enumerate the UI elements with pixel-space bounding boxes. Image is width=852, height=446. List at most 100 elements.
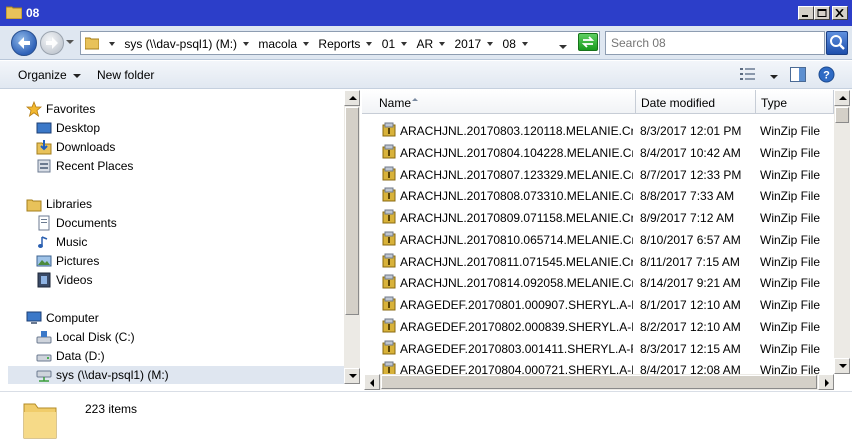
file-date-modified: 8/3/2017 12:01 PM: [640, 124, 742, 138]
breadcrumb-separator[interactable]: [521, 41, 528, 46]
title-bar[interactable]: 08: [0, 0, 852, 26]
file-date-modified: 8/4/2017 10:42 AM: [640, 145, 741, 160]
breadcrumb-separator[interactable]: [401, 41, 408, 46]
breadcrumb-reports[interactable]: Reports: [318, 37, 360, 51]
nav-documents[interactable]: Documents: [36, 214, 286, 232]
nav-data-d-label: Data (D:): [56, 349, 105, 363]
refresh-button[interactable]: [578, 33, 598, 51]
breadcrumb-sys-drive[interactable]: sys (\\dav-psql1) (M:): [124, 37, 237, 51]
nav-libraries[interactable]: Libraries: [26, 195, 276, 213]
refresh-icon: [581, 36, 595, 48]
maximize-button[interactable]: [814, 6, 830, 20]
file-row[interactable]: ARACHJNL.20170808.073310.MELANIE.Cre... 8…: [362, 185, 834, 206]
file-date-modified: 8/11/2017 7:15 AM: [640, 254, 740, 269]
file-name: ARAGEDEF.20170801.000907.SHERYL.A-R_...: [400, 298, 633, 312]
scroll-down-button[interactable]: [344, 368, 360, 384]
nav-network-drive-m[interactable]: sys (\\dav-psql1) (M:): [8, 366, 344, 384]
file-row[interactable]: ARACHJNL.20170804.104228.MELANIE.Cre... 8…: [362, 142, 834, 163]
nav-network-drive-m-label: sys (\\dav-psql1) (M:): [56, 368, 169, 382]
horizontal-scroll-thumb[interactable]: [381, 375, 817, 389]
file-row[interactable]: ARAGEDEF.20170803.001411.SHERYL.A-R_... 8…: [362, 338, 834, 359]
navigation-pane: Favorites Desktop Downloads Recent Place…: [8, 90, 344, 384]
file-row[interactable]: ARACHJNL.20170803.120118.MELANIE.Cre... 8…: [362, 120, 834, 141]
address-history-dropdown[interactable]: [559, 45, 567, 49]
recent-pages-dropdown[interactable]: [66, 40, 74, 44]
file-row[interactable]: ARAGEDEF.20170802.000839.SHERYL.A-R_... 8…: [362, 316, 834, 337]
scroll-up-button[interactable]: [834, 90, 850, 106]
view-options-dropdown[interactable]: [764, 69, 778, 83]
forward-button[interactable]: [40, 31, 64, 55]
nav-data-d[interactable]: Data (D:): [36, 347, 286, 365]
help-button[interactable]: ?: [818, 66, 835, 86]
file-type: WinZip File: [760, 211, 821, 225]
scroll-up-button[interactable]: [344, 90, 360, 106]
change-view-button[interactable]: [740, 67, 756, 84]
breadcrumb-separator[interactable]: [366, 41, 373, 46]
file-name: ARACHJNL.20170803.120118.MELANIE.Cre...: [400, 124, 633, 138]
nav-local-disk-c-label: Local Disk (C:): [56, 330, 135, 344]
nav-music[interactable]: Music: [36, 233, 286, 251]
scroll-down-button[interactable]: [834, 358, 850, 374]
libraries-icon: [26, 199, 42, 212]
search-input[interactable]: [611, 33, 811, 53]
breadcrumb-macola[interactable]: macola: [258, 37, 297, 51]
arrow-up-icon: [839, 96, 847, 100]
file-row[interactable]: ARACHJNL.20170807.123329.MELANIE.Cre... 8…: [362, 164, 834, 185]
search-button[interactable]: [826, 31, 848, 55]
scroll-right-button[interactable]: [818, 374, 834, 390]
folder-icon: [23, 403, 57, 439]
nav-recent-places[interactable]: Recent Places: [36, 157, 286, 175]
breadcrumb-08[interactable]: 08: [503, 37, 516, 51]
column-header-type[interactable]: Type: [756, 90, 834, 114]
nav-music-label: Music: [56, 235, 88, 249]
nav-pictures[interactable]: Pictures: [36, 252, 286, 270]
nav-desktop[interactable]: Desktop: [36, 119, 286, 137]
breadcrumb-separator[interactable]: [439, 41, 446, 46]
search-box[interactable]: [605, 31, 825, 55]
file-row[interactable]: ARACHJNL.20170811.071545.MELANIE.Cre... 8…: [362, 251, 834, 272]
nav-local-disk-c[interactable]: Local Disk (C:): [36, 328, 286, 346]
breadcrumb-separator[interactable]: [303, 41, 310, 46]
back-button[interactable]: [11, 30, 37, 56]
breadcrumb-separator[interactable]: [487, 41, 494, 46]
breadcrumb-ar[interactable]: AR: [416, 37, 433, 51]
minimize-button[interactable]: [798, 6, 814, 20]
folder-icon: [6, 6, 22, 19]
scroll-left-button[interactable]: [364, 374, 380, 390]
breadcrumb-separator[interactable]: [243, 41, 250, 46]
nav-videos[interactable]: Videos: [36, 271, 286, 289]
file-name: ARACHJNL.20170804.104228.MELANIE.Cre...: [400, 145, 633, 160]
file-name: ARACHJNL.20170814.092058.MELANIE.Cre...: [400, 276, 633, 291]
file-row[interactable]: ARAGEDEF.20170804.000721.SHERYL.A-R_... 8…: [362, 359, 834, 374]
organize-menu[interactable]: Organize: [18, 68, 81, 82]
winzip-file-icon: [382, 122, 396, 137]
file-list-scrollbar[interactable]: [834, 90, 850, 374]
nav-pictures-label: Pictures: [56, 254, 100, 268]
file-list-horizontal-scrollbar[interactable]: [364, 374, 834, 390]
scroll-thumb[interactable]: [835, 107, 849, 123]
nav-computer[interactable]: Computer: [26, 309, 276, 327]
navigation-pane-scrollbar[interactable]: [344, 90, 360, 384]
column-header-name[interactable]: Name: [362, 90, 636, 114]
file-name: ARACHJNL.20170809.071158.MELANIE.Cre...: [400, 211, 633, 225]
file-date-modified: 8/7/2017 12:33 PM: [640, 167, 742, 182]
arrow-down-icon: [839, 364, 847, 368]
preview-pane-button[interactable]: [790, 67, 806, 85]
file-row[interactable]: ARACHJNL.20170809.071158.MELANIE.Cre... 8…: [362, 207, 834, 228]
breadcrumb-01[interactable]: 01: [382, 37, 395, 51]
file-row[interactable]: ARACHJNL.20170810.065714.MELANIE.Cre... 8…: [362, 229, 834, 250]
address-bar[interactable]: sys (\\dav-psql1) (M:) macola Reports 01…: [80, 31, 600, 55]
sort-ascending-icon: [412, 98, 418, 101]
breadcrumb-2017[interactable]: 2017: [455, 37, 482, 51]
nav-favorites[interactable]: Favorites: [26, 100, 276, 118]
nav-videos-label: Videos: [56, 273, 93, 287]
breadcrumb-separator[interactable]: [109, 41, 115, 46]
file-row[interactable]: ARAGEDEF.20170801.000907.SHERYL.A-R_... 8…: [362, 294, 834, 315]
new-folder-button[interactable]: New folder: [97, 68, 154, 82]
close-button[interactable]: [832, 6, 848, 20]
scroll-thumb[interactable]: [345, 107, 359, 315]
nav-downloads[interactable]: Downloads: [36, 138, 286, 156]
column-header-date[interactable]: Date modified: [636, 90, 756, 114]
file-type: WinZip File: [760, 124, 821, 138]
file-row[interactable]: ARACHJNL.20170814.092058.MELANIE.Cre... 8…: [362, 272, 834, 293]
